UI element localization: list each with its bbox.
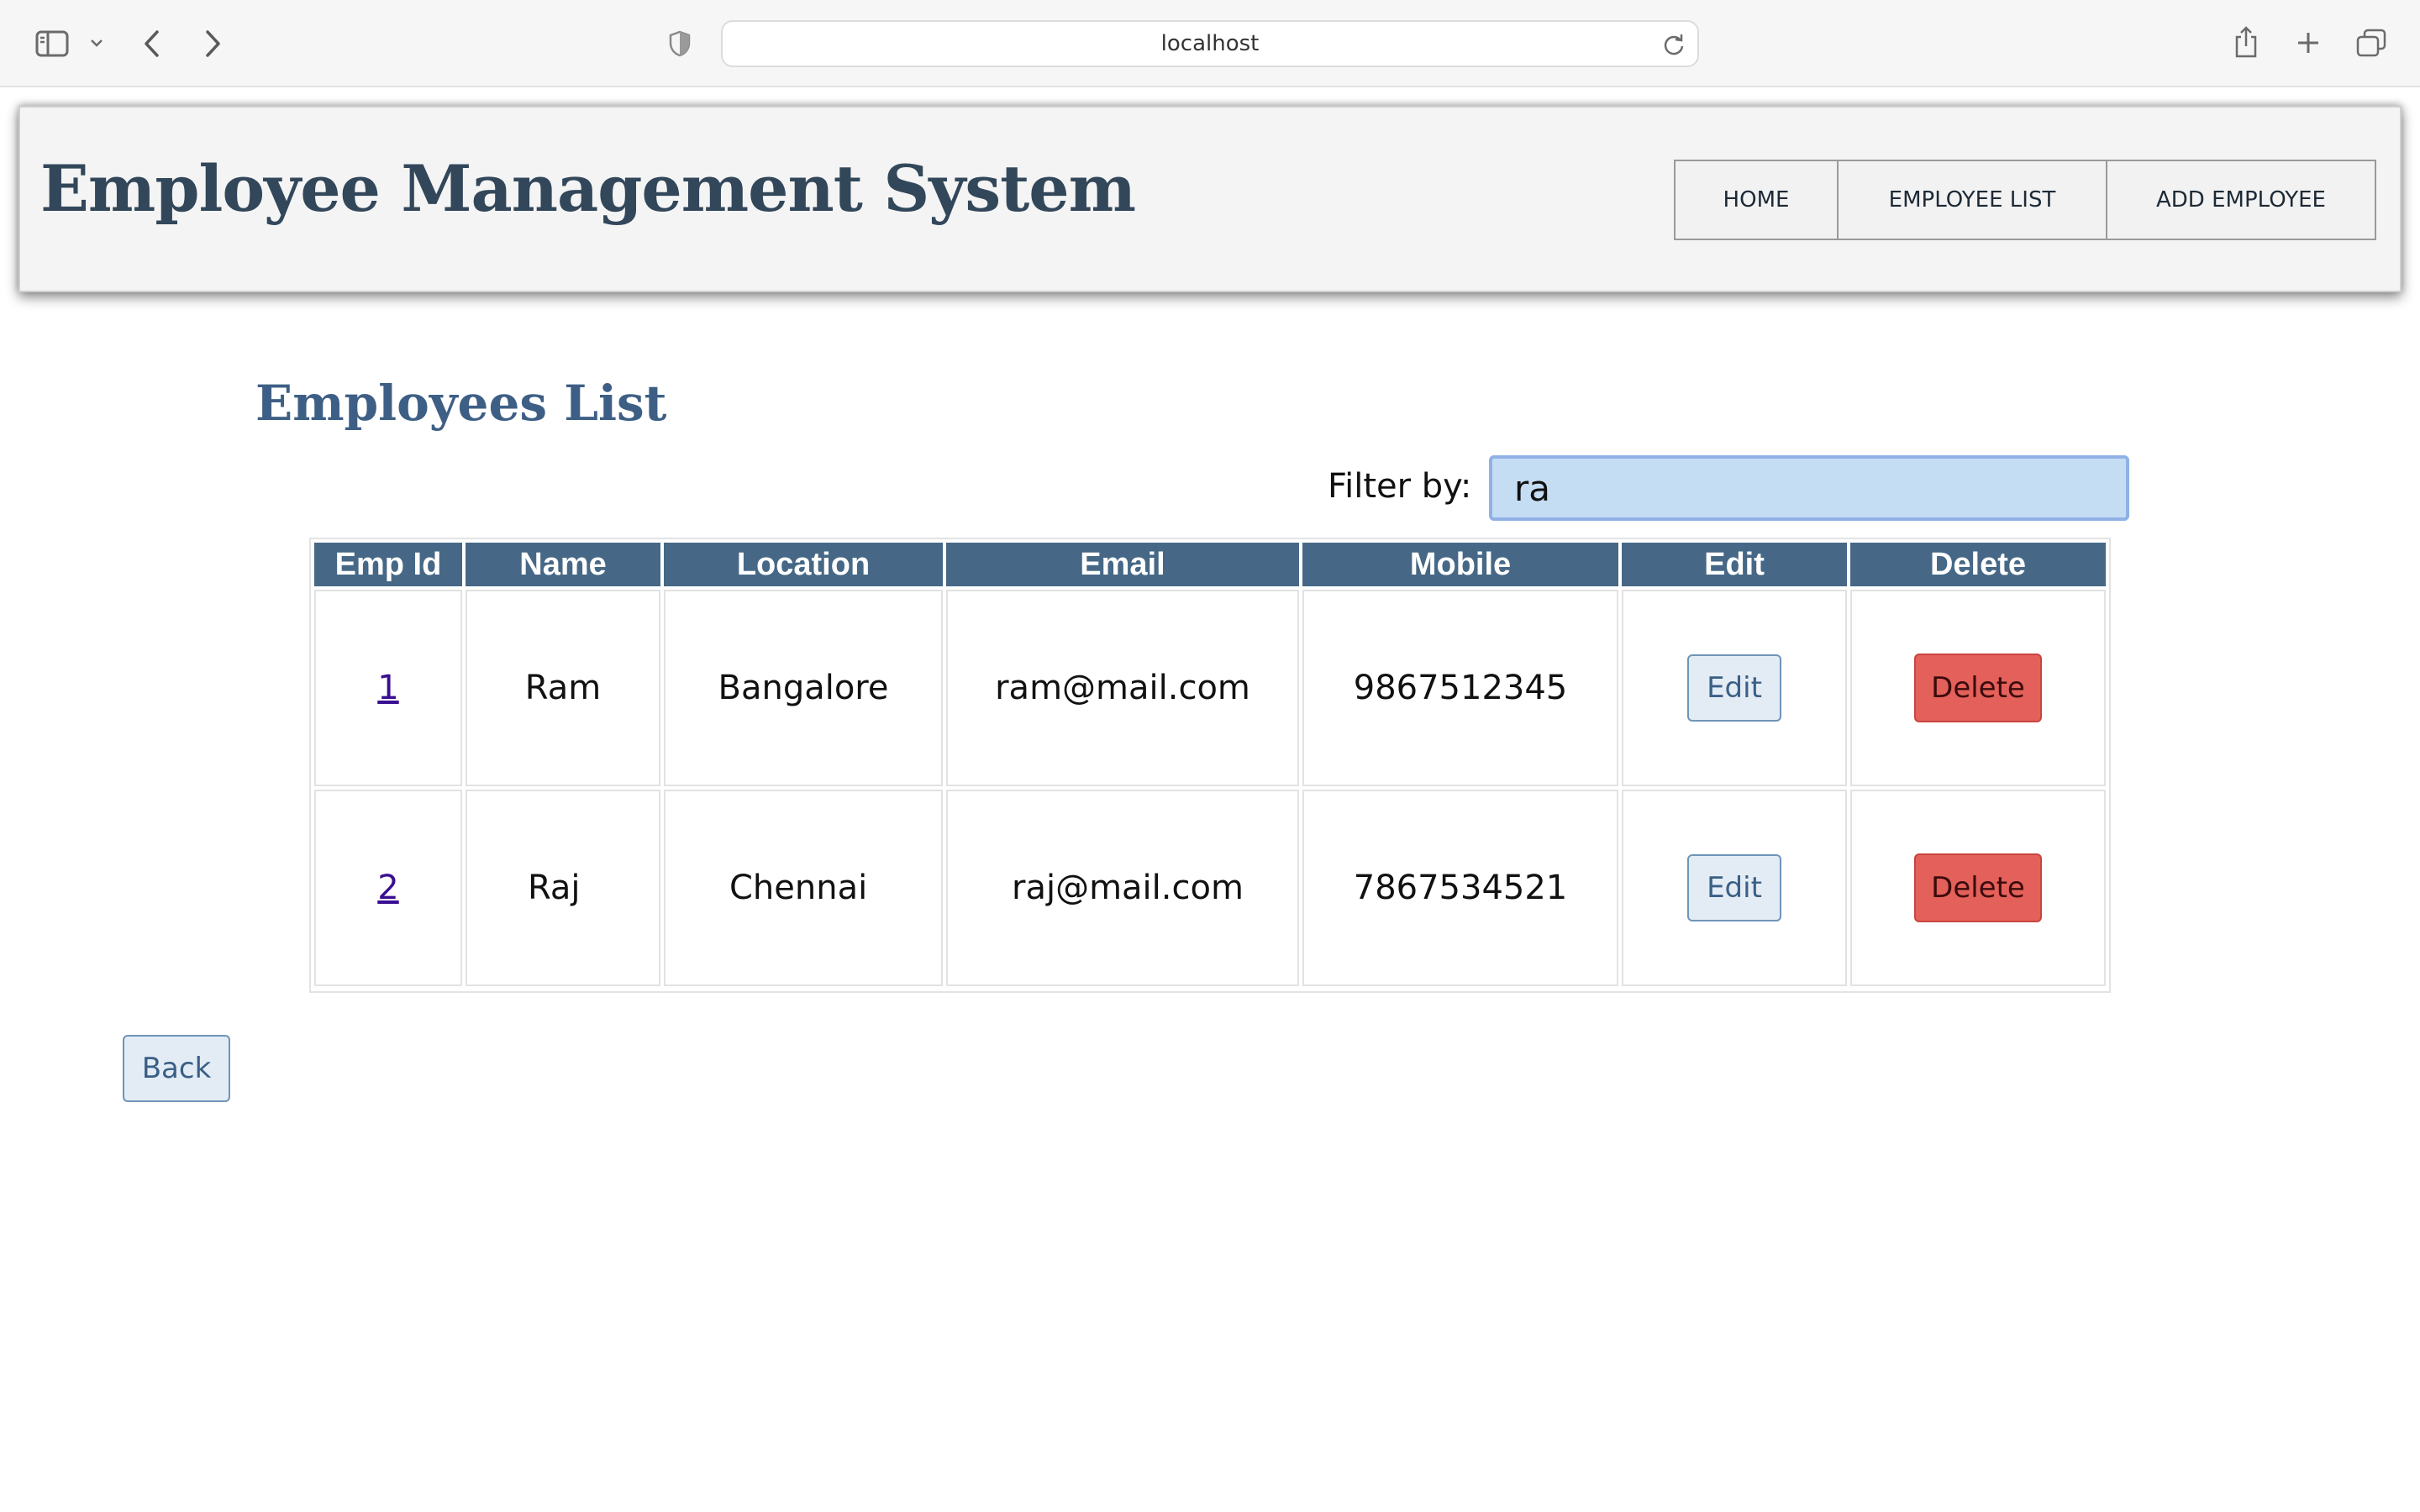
edit-button[interactable]: Edit — [1687, 654, 1781, 722]
cell-email: raj@mail.com — [946, 790, 1299, 986]
cell-emp-id: 2 — [314, 790, 462, 986]
employee-table: Emp Id Name Location Email Mobile Edit D… — [311, 539, 2109, 990]
sidebar-icon[interactable] — [34, 29, 71, 59]
nav-home[interactable]: HOME — [1674, 160, 1839, 240]
cell-mobile: 9867512345 — [1302, 590, 1618, 786]
back-arrow-icon[interactable] — [139, 27, 165, 60]
nav-employee-list[interactable]: EMPLOYEE LIST — [1837, 160, 2107, 240]
emp-id-link[interactable]: 1 — [377, 669, 398, 707]
column-header-name: Name — [466, 543, 660, 586]
new-tab-icon[interactable] — [2294, 29, 2323, 57]
back-button[interactable]: Back — [123, 1035, 230, 1102]
cell-email: ram@mail.com — [946, 590, 1299, 786]
cell-location: Bangalore — [664, 590, 943, 786]
delete-button[interactable]: Delete — [1914, 654, 2042, 722]
table-header-row: Emp Id Name Location Email Mobile Edit D… — [314, 543, 2106, 586]
chevron-down-icon[interactable] — [87, 34, 106, 52]
cell-location: Chennai — [664, 790, 943, 986]
main-nav: HOME EMPLOYEE LIST ADD EMPLOYEE — [1674, 160, 2376, 240]
filter-input[interactable] — [1489, 455, 2129, 521]
column-header-email: Email — [946, 543, 1299, 586]
emp-id-link[interactable]: 2 — [377, 869, 398, 907]
browser-toolbar: localhost — [0, 0, 2420, 87]
share-icon[interactable] — [2232, 24, 2260, 60]
reload-icon[interactable] — [1662, 32, 1686, 60]
cell-name: Ram — [466, 590, 660, 786]
delete-button[interactable]: Delete — [1914, 853, 2042, 922]
column-header-delete: Delete — [1850, 543, 2106, 586]
cell-delete: Delete — [1850, 790, 2106, 986]
tabs-overview-icon[interactable] — [2354, 27, 2388, 59]
nav-add-employee[interactable]: ADD EMPLOYEE — [2106, 160, 2376, 240]
app-title: Employee Management System — [40, 151, 1136, 226]
cell-edit: Edit — [1622, 790, 1847, 986]
column-header-edit: Edit — [1622, 543, 1847, 586]
address-bar[interactable]: localhost — [721, 20, 1699, 67]
page-title: Employees List — [255, 375, 667, 432]
url-text: localhost — [1160, 31, 1260, 56]
column-header-location: Location — [664, 543, 943, 586]
table-row: 1 Ram Bangalore ram@mail.com 9867512345 … — [314, 590, 2106, 786]
cell-emp-id: 1 — [314, 590, 462, 786]
employee-table-container: Emp Id Name Location Email Mobile Edit D… — [309, 538, 2111, 993]
column-header-emp-id: Emp Id — [314, 543, 462, 586]
cell-mobile: 7867534521 — [1302, 790, 1618, 986]
cell-delete: Delete — [1850, 590, 2106, 786]
cell-name: Raj — [466, 790, 660, 986]
filter-label: Filter by: — [1328, 467, 1472, 506]
column-header-mobile: Mobile — [1302, 543, 1618, 586]
app-header: Employee Management System HOME EMPLOYEE… — [18, 106, 2402, 292]
cell-edit: Edit — [1622, 590, 1847, 786]
forward-arrow-icon[interactable] — [200, 27, 225, 60]
table-row: 2 Raj Chennai raj@mail.com 7867534521 Ed… — [314, 790, 2106, 986]
shield-icon — [667, 29, 692, 59]
edit-button[interactable]: Edit — [1687, 854, 1781, 921]
